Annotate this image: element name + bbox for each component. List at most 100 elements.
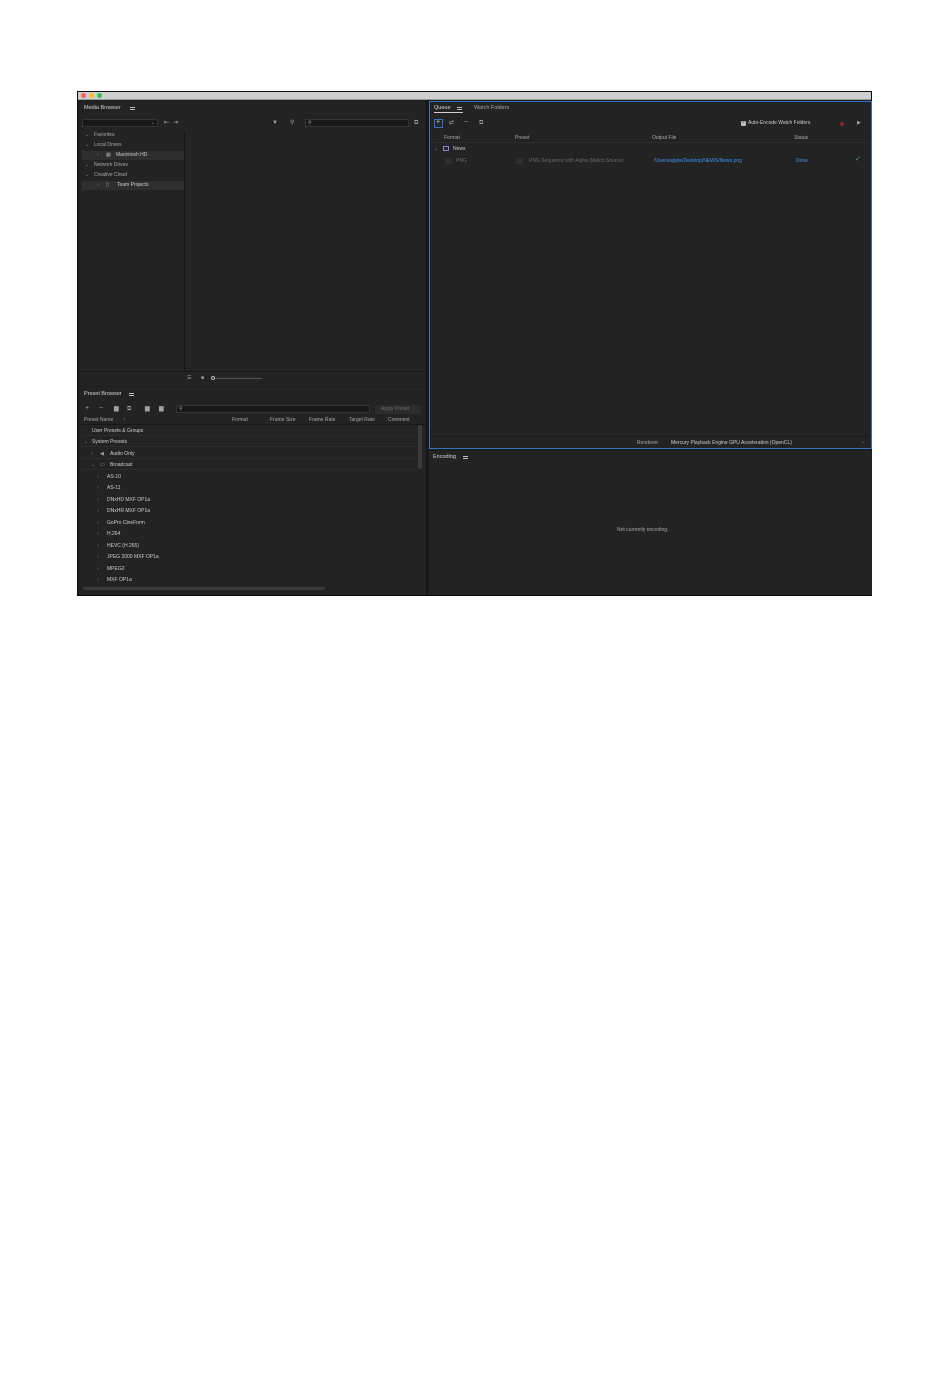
- tab-queue[interactable]: Queue: [434, 105, 451, 111]
- preset-item[interactable]: AS-10: [107, 474, 121, 480]
- group-icon[interactable]: ⧉: [479, 120, 483, 126]
- tree-item-macintosh-hd[interactable]: Macintosh HD: [116, 152, 147, 158]
- chevron-right-icon[interactable]: ›: [97, 554, 99, 560]
- chevron-right-icon[interactable]: ›: [97, 520, 99, 526]
- preset-item[interactable]: DNxHD MXF OP1a: [107, 497, 150, 503]
- queue-item-format[interactable]: PNG: [456, 158, 467, 164]
- search-icon[interactable]: ⚲: [290, 120, 294, 126]
- icon-view-icon[interactable]: ■: [201, 375, 204, 381]
- chevron-right-icon[interactable]: ›: [97, 474, 99, 480]
- tree-item-local-drives[interactable]: Local Drives: [94, 142, 122, 148]
- column-preset[interactable]: Preset: [515, 135, 529, 141]
- preset-item[interactable]: H.264: [107, 531, 120, 537]
- tab-watch-folders[interactable]: Watch Folders: [474, 105, 509, 111]
- preset-search-input[interactable]: ⚲: [176, 405, 370, 413]
- export-preset-icon[interactable]: ▆: [159, 406, 164, 412]
- format-dropdown-icon[interactable]: [445, 158, 452, 164]
- preset-item[interactable]: MPEG2: [107, 566, 125, 572]
- column-preset-name[interactable]: Preset Name: [84, 417, 113, 423]
- start-queue-icon[interactable]: ▶: [857, 120, 861, 126]
- sort-up-icon[interactable]: ↑: [123, 417, 126, 423]
- column-target-rate[interactable]: Target Rate: [349, 417, 375, 423]
- preset-item[interactable]: JPEG 2000 MXF OP1a: [107, 554, 159, 560]
- zoom-slider-track[interactable]: [212, 378, 262, 379]
- minimize-window-button[interactable]: [89, 93, 94, 98]
- duplicate-icon[interactable]: ⧉: [127, 406, 131, 412]
- location-dropdown[interactable]: ⌄: [82, 119, 158, 127]
- column-comment[interactable]: Comment: [388, 417, 410, 423]
- remove-preset-icon[interactable]: −: [99, 405, 103, 412]
- preset-broadcast[interactable]: Broadcast: [110, 462, 133, 468]
- search-input[interactable]: ⚲: [305, 119, 409, 127]
- user-presets-group[interactable]: User Presets & Groups: [92, 428, 143, 434]
- new-group-icon[interactable]: ▆: [114, 406, 119, 412]
- zoom-slider-handle[interactable]: [211, 376, 215, 380]
- renderer-dropdown[interactable]: Mercury Playback Engine GPU Acceleration…: [671, 440, 792, 446]
- forward-arrow-icon[interactable]: ⇥: [173, 120, 178, 126]
- add-preset-icon[interactable]: +: [85, 405, 89, 412]
- close-window-button[interactable]: [81, 93, 86, 98]
- open-folder-icon[interactable]: ⧉: [414, 120, 418, 126]
- filter-icon[interactable]: ▼: [272, 120, 278, 126]
- chevron-right-icon[interactable]: ›: [91, 451, 93, 457]
- chevron-right-icon[interactable]: ›: [97, 152, 99, 158]
- queue-item-output-file[interactable]: /Users/apple/Desktop/NEWS/News.png: [654, 158, 742, 164]
- stop-queue-button[interactable]: [840, 122, 844, 126]
- tree-item-team-projects[interactable]: Team Projects: [117, 182, 149, 188]
- add-source-button[interactable]: +: [434, 119, 443, 128]
- chevron-right-icon[interactable]: ›: [97, 508, 99, 514]
- column-format[interactable]: Format: [444, 135, 460, 141]
- tree-item-network-drives[interactable]: Network Drives: [94, 162, 128, 168]
- column-output-file[interactable]: Output File: [652, 135, 676, 141]
- tree-item-favorites[interactable]: Favorites: [94, 132, 115, 138]
- vertical-scrollbar[interactable]: [418, 425, 422, 469]
- preset-item[interactable]: HEVC (H.265): [107, 543, 139, 549]
- back-arrow-icon[interactable]: ⇤: [164, 120, 169, 126]
- preset-item[interactable]: MXF OP1a: [107, 577, 132, 583]
- column-frame-size[interactable]: Frame Size: [270, 417, 296, 423]
- chevron-down-icon[interactable]: ⌄: [84, 439, 88, 445]
- chevron-right-icon[interactable]: ›: [97, 543, 99, 549]
- column-format[interactable]: Format: [232, 417, 248, 423]
- chevron-down-icon[interactable]: ⌄: [434, 146, 438, 152]
- preset-item[interactable]: GoPro CineForm: [107, 520, 145, 526]
- import-preset-icon[interactable]: ▆: [145, 406, 150, 412]
- chevron-down-icon[interactable]: ⌄: [861, 439, 865, 445]
- chevron-right-icon[interactable]: ›: [97, 531, 99, 537]
- duplicate-icon[interactable]: ⇄: [449, 120, 454, 126]
- panel-menu-icon[interactable]: [457, 107, 462, 110]
- chevron-down-icon[interactable]: ⌄: [85, 132, 89, 138]
- column-frame-rate[interactable]: Frame Rate: [309, 417, 335, 423]
- preset-item[interactable]: DNxHR MXF OP1a: [107, 508, 150, 514]
- chevron-down-icon[interactable]: ⌄: [85, 172, 89, 178]
- chevron-down-icon[interactable]: ⌄: [91, 462, 95, 468]
- list-view-icon[interactable]: ☰: [187, 375, 191, 381]
- search-icon: ⚲: [308, 120, 312, 126]
- chevron-right-icon[interactable]: ›: [97, 566, 99, 572]
- zoom-window-button[interactable]: [97, 93, 102, 98]
- apply-preset-button[interactable]: Apply Preset: [375, 405, 421, 414]
- system-presets-group[interactable]: System Presets: [92, 439, 127, 445]
- tree-item-creative-cloud[interactable]: Creative Cloud: [94, 172, 127, 178]
- auto-encode-checkbox[interactable]: ✓: [741, 119, 746, 126]
- remove-icon[interactable]: −: [464, 119, 468, 126]
- auto-encode-label[interactable]: Auto-Encode Watch Folders: [748, 120, 810, 126]
- chevron-right-icon[interactable]: ›: [97, 485, 99, 491]
- preset-browser-title: Preset Browser: [84, 391, 122, 397]
- chevron-right-icon[interactable]: ›: [97, 577, 99, 583]
- panel-menu-icon[interactable]: [130, 107, 135, 110]
- panel-menu-icon[interactable]: [463, 456, 468, 459]
- chevron-down-icon[interactable]: ⌄: [85, 162, 89, 168]
- column-status[interactable]: Status: [794, 135, 808, 141]
- queue-item-preset[interactable]: PNG Sequence with Alpha (Match Source): [529, 158, 624, 164]
- horizontal-scrollbar[interactable]: [83, 587, 325, 590]
- preset-item[interactable]: AS-11: [107, 485, 121, 491]
- panel-menu-icon[interactable]: [129, 393, 134, 396]
- queue-group-name[interactable]: News: [453, 146, 466, 152]
- chevron-right-icon[interactable]: ›: [97, 497, 99, 503]
- preset-audio-only[interactable]: Audio Only: [110, 451, 134, 457]
- chevron-right-icon[interactable]: ›: [97, 182, 99, 188]
- chevron-down-icon[interactable]: ⌄: [85, 142, 89, 148]
- main-vertical-divider[interactable]: [426, 101, 428, 595]
- preset-dropdown-icon[interactable]: [516, 158, 523, 164]
